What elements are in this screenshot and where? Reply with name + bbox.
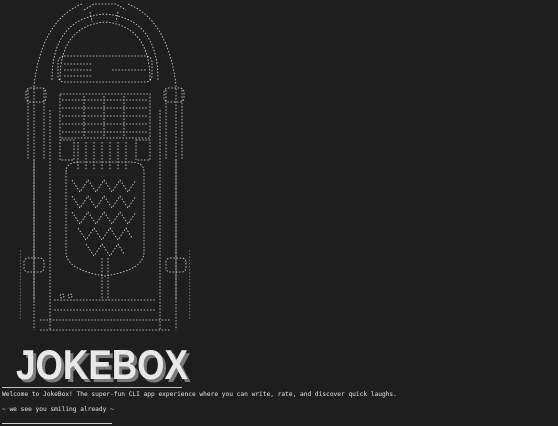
logo-text: JOKEBOX xyxy=(16,341,188,385)
welcome-message: Welcome to JokeBox! The super-fun CLI ap… xyxy=(2,391,397,398)
jukebox-ascii-art xyxy=(20,3,190,331)
divider-top xyxy=(2,387,182,388)
tagline-message: ~ we see you smiling already ~ xyxy=(2,406,114,413)
terminal-window: JOKEBOX JOKEBOX Welcome to JokeBox! The … xyxy=(0,0,558,426)
divider-bottom xyxy=(2,423,112,424)
jokebox-logo: JOKEBOX JOKEBOX xyxy=(16,341,191,385)
